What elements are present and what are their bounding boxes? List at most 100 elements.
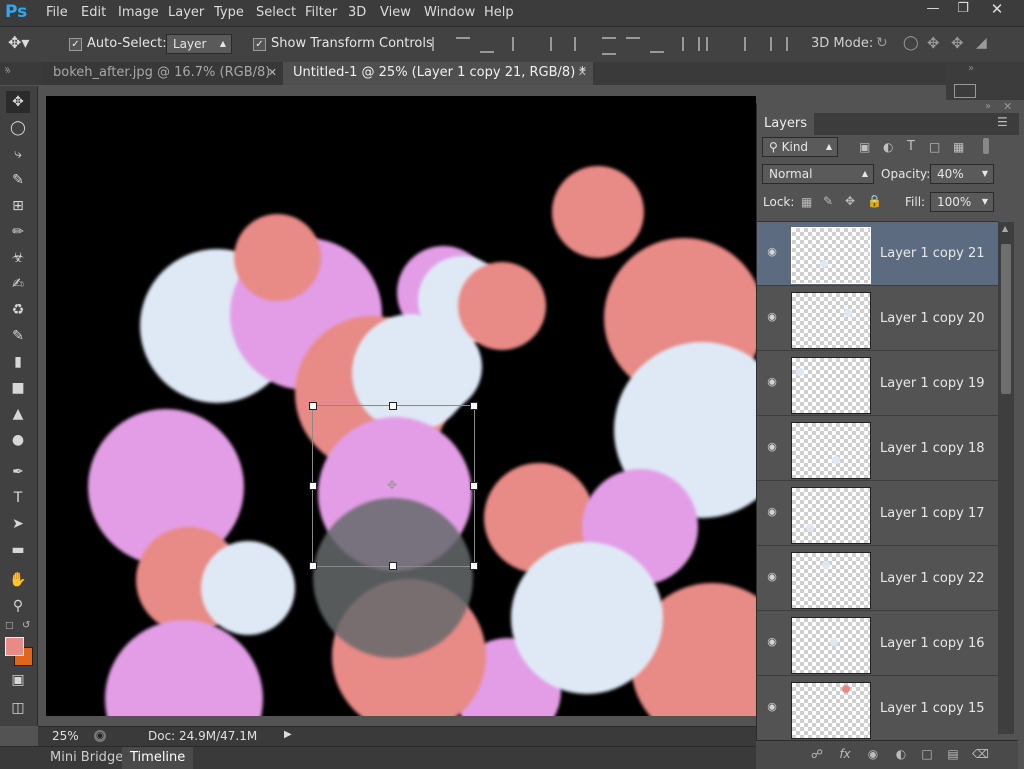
layer-name[interactable]: Layer 1 copy 22	[880, 571, 985, 586]
lasso-tool-icon[interactable]: ⤷	[6, 143, 30, 165]
scrollbar-thumb[interactable]	[1001, 244, 1011, 394]
quick-select-tool-icon[interactable]: ✎	[6, 169, 30, 191]
visibility-eye-icon[interactable]: ◉	[765, 440, 779, 454]
menu-3d[interactable]: 3D	[348, 5, 366, 20]
layer-row[interactable]: ◉ Layer 1 copy 17	[757, 482, 999, 546]
history-brush-tool-icon[interactable]: ✎	[6, 325, 30, 347]
path-selection-tool-icon[interactable]: ➤	[6, 513, 30, 535]
transform-handle-br[interactable]	[470, 562, 478, 570]
align-right-icon[interactable]	[560, 37, 576, 51]
restore-icon[interactable]: ❐	[948, 0, 978, 18]
swap-colors-icon[interactable]: ↺	[22, 620, 30, 631]
panel-close-icon[interactable]: ✕	[1003, 100, 1012, 113]
zoom-tool-icon[interactable]: ⚲	[6, 595, 30, 617]
rotate-3d-icon[interactable]: ↻	[876, 35, 888, 51]
distribute-bottom-icon[interactable]	[650, 37, 664, 53]
visibility-eye-icon[interactable]: ◉	[765, 505, 779, 519]
layer-name[interactable]: Layer 1 copy 16	[880, 636, 985, 651]
align-hcenter-icon[interactable]	[536, 37, 552, 51]
auto-select-dropdown[interactable]: Layer ▲	[166, 34, 232, 54]
layer-row[interactable]: ◉ Layer 1 copy 20	[757, 287, 999, 351]
quick-mask-icon[interactable]: ▣	[6, 669, 30, 691]
transform-handle-tl[interactable]	[309, 402, 317, 410]
align-top-icon[interactable]	[432, 37, 448, 51]
tab-mini-bridge[interactable]: Mini Bridge	[42, 747, 131, 769]
layers-tab[interactable]: Layers	[757, 113, 815, 135]
status-menu-arrow-icon[interactable]: ▶	[284, 729, 292, 740]
layer-row[interactable]: ◉ Layer 1 copy 16	[757, 612, 999, 676]
transform-handle-l[interactable]	[309, 482, 317, 490]
move-tool-icon[interactable]: ✥	[6, 91, 30, 113]
link-layers-icon[interactable]: ☍	[810, 747, 824, 761]
auto-align-icon[interactable]	[770, 37, 788, 51]
scroll-up-icon[interactable]: ▲	[1002, 224, 1008, 233]
visibility-eye-icon[interactable]: ◉	[765, 375, 779, 389]
eyedropper-tool-icon[interactable]: ✏	[6, 221, 30, 243]
visibility-eye-icon[interactable]: ◉	[765, 700, 779, 714]
layer-row[interactable]: ◉ Layer 1 copy 21	[757, 222, 999, 286]
default-colors-icon[interactable]: □	[5, 621, 14, 631]
menu-filter[interactable]: Filter	[305, 5, 337, 20]
foreground-color-swatch[interactable]	[5, 637, 24, 656]
menu-image[interactable]: Image	[118, 5, 159, 20]
opacity-field[interactable]: 40% ▼	[930, 164, 994, 184]
menu-view[interactable]: View	[380, 5, 411, 20]
transform-handle-bl[interactable]	[309, 562, 317, 570]
transform-handle-b[interactable]	[389, 562, 397, 570]
delete-layer-icon[interactable]: ⌫	[972, 747, 989, 761]
tab-timeline[interactable]: Timeline	[122, 747, 194, 769]
slide-3d-icon[interactable]: ✥	[951, 34, 964, 52]
filter-adjustment-icon[interactable]: ◐	[883, 140, 893, 154]
zoom-level[interactable]: 25%	[52, 729, 79, 743]
toolbox-collapse-icon[interactable]: »	[5, 66, 11, 77]
eraser-tool-icon[interactable]: ▮	[6, 351, 30, 373]
roll-3d-icon[interactable]: ◯	[903, 35, 919, 51]
type-tool-icon[interactable]: T	[6, 487, 30, 509]
distribute-hcenter-icon[interactable]	[706, 37, 722, 51]
screen-mode-icon[interactable]: ◫	[6, 697, 30, 719]
healing-brush-tool-icon[interactable]: ☣	[6, 247, 30, 269]
transform-bounding-box[interactable]: ✥	[309, 402, 478, 570]
transform-handle-t[interactable]	[389, 402, 397, 410]
menu-layer[interactable]: Layer	[168, 5, 204, 20]
minimize-icon[interactable]: —	[918, 0, 948, 18]
show-transform-checkbox[interactable]: ✓	[253, 38, 266, 51]
menu-file[interactable]: File	[46, 5, 68, 20]
transform-handle-tr[interactable]	[470, 402, 478, 410]
status-info-icon[interactable]: ◉	[94, 730, 106, 742]
layer-name[interactable]: Layer 1 copy 15	[880, 701, 985, 716]
filter-smart-object-icon[interactable]: ▦	[953, 140, 964, 154]
history-panel-icon[interactable]	[954, 84, 976, 98]
hand-tool-icon[interactable]: ✋	[6, 569, 30, 591]
layer-name[interactable]: Layer 1 copy 17	[880, 506, 985, 521]
close-tab-icon[interactable]: ✕	[268, 62, 277, 84]
fill-field[interactable]: 100% ▼	[930, 192, 994, 212]
visibility-eye-icon[interactable]: ◉	[765, 245, 779, 259]
distribute-left-icon[interactable]	[682, 37, 700, 51]
layer-row[interactable]: ◉ Layer 1 copy 22	[757, 547, 999, 611]
dodge-tool-icon[interactable]: ●	[6, 429, 30, 451]
filter-toggle-switch[interactable]	[983, 138, 989, 154]
menu-type[interactable]: Type	[214, 5, 244, 20]
align-vcenter-icon[interactable]	[456, 37, 470, 53]
new-layer-icon[interactable]: ▤	[946, 747, 960, 761]
blend-mode-dropdown[interactable]: Normal ▲	[762, 164, 874, 184]
layer-name[interactable]: Layer 1 copy 18	[880, 441, 985, 456]
lock-position-icon[interactable]: ✥	[845, 194, 855, 208]
lock-transparent-icon[interactable]: ▦	[801, 195, 812, 209]
layer-name[interactable]: Layer 1 copy 21	[880, 246, 985, 261]
filter-kind-dropdown[interactable]: ⚲ Kind ▲	[762, 137, 838, 157]
gradient-tool-icon[interactable]: ■	[6, 377, 30, 399]
drag-3d-icon[interactable]: ✥	[927, 34, 940, 52]
lock-all-icon[interactable]: 🔒	[867, 194, 882, 208]
panel-collapse-icon[interactable]: »	[985, 101, 991, 112]
tab-bokeh-after[interactable]: bokeh_after.jpg @ 16.7% (RGB/8) ✕	[43, 62, 283, 85]
visibility-eye-icon[interactable]: ◉	[765, 570, 779, 584]
pen-tool-icon[interactable]: ✒	[6, 461, 30, 483]
visibility-eye-icon[interactable]: ◉	[765, 310, 779, 324]
scale-3d-icon[interactable]: ◢	[976, 35, 987, 51]
canvas-area[interactable]: ✥	[38, 86, 756, 726]
blur-tool-icon[interactable]: ▲	[6, 403, 30, 425]
lock-image-icon[interactable]: ✎	[823, 194, 833, 208]
distribute-vcenter-icon[interactable]	[626, 37, 640, 53]
